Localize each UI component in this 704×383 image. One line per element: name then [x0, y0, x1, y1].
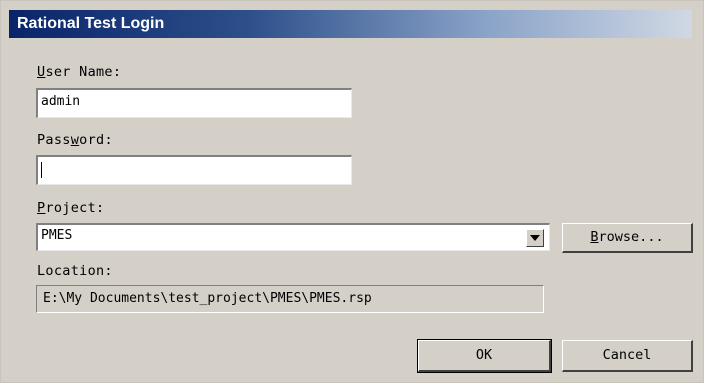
password-label: Password:: [37, 132, 113, 148]
project-selected-value: PMES: [41, 228, 73, 243]
location-label: Location:: [37, 263, 113, 279]
title-bar[interactable]: Rational Test Login: [9, 10, 692, 38]
cancel-button[interactable]: Cancel: [562, 340, 693, 372]
location-field: E:\My Documents\test_project\PMES\PMES.r…: [36, 285, 544, 313]
username-input[interactable]: admin: [36, 88, 352, 118]
dropdown-button[interactable]: [526, 229, 544, 247]
browse-button[interactable]: Browse...: [562, 223, 693, 253]
project-select[interactable]: PMES: [36, 223, 550, 251]
window-title: Rational Test Login: [17, 15, 165, 32]
text-caret: [41, 162, 42, 178]
username-label: User Name:: [37, 64, 122, 80]
project-label: Project:: [37, 200, 105, 216]
chevron-down-icon: [530, 235, 540, 241]
login-dialog: Rational Test Login User Name: admin Pas…: [0, 0, 704, 383]
username-value: admin: [41, 94, 81, 109]
ok-button[interactable]: OK: [417, 339, 552, 373]
password-input[interactable]: [36, 155, 352, 185]
